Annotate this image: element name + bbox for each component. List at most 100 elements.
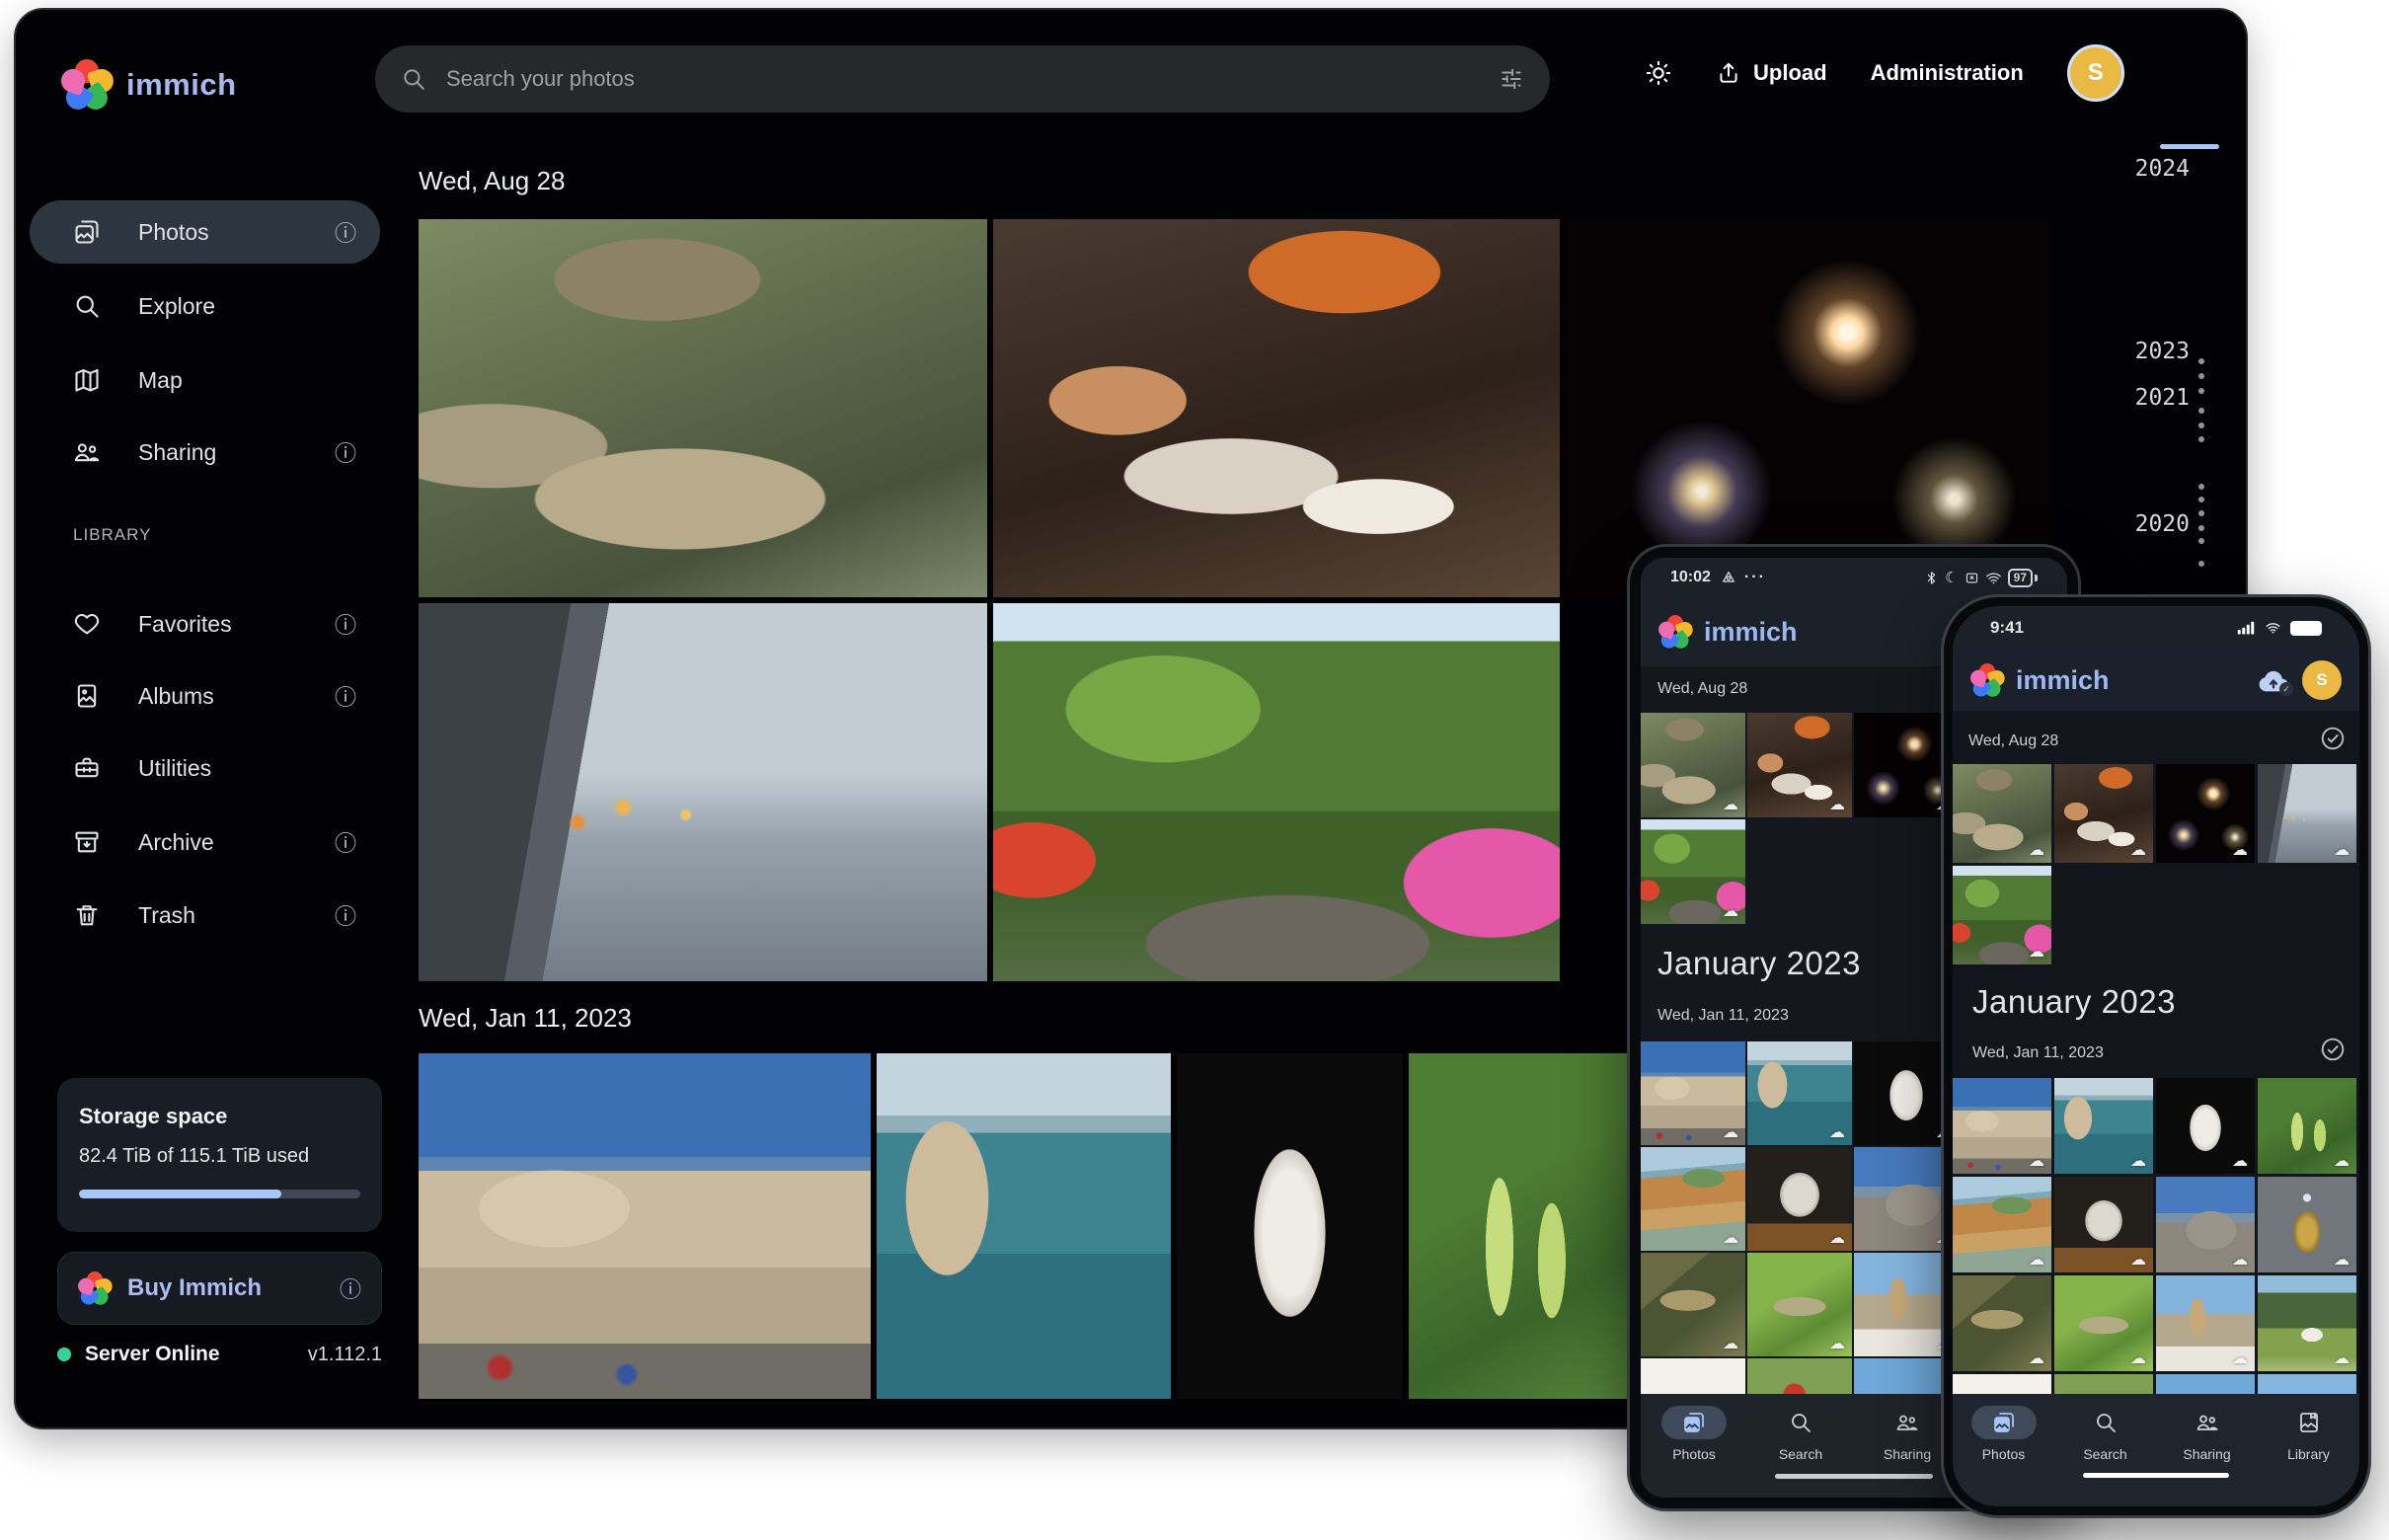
photo-lizard-moss[interactable]: ☁ xyxy=(1747,1253,1852,1356)
phone-app-header: immich ✓ S xyxy=(1953,650,2359,711)
sidebar-item-explore[interactable]: Explore xyxy=(30,274,380,338)
timeline-dot xyxy=(2198,436,2204,442)
photo-holding-hands[interactable]: ☁ xyxy=(2258,764,2356,863)
photo-red-flowers[interactable]: ☁ xyxy=(1747,1358,1852,1394)
sidebar-item-utilities[interactable]: Utilities xyxy=(30,736,380,800)
sidebar-item-photos[interactable]: Photos ⓘ xyxy=(30,200,380,264)
immich-logo[interactable]: immich xyxy=(61,59,237,111)
photo-autumn-path[interactable]: ☁ xyxy=(1953,866,2051,964)
info-icon[interactable]: ⓘ xyxy=(335,680,356,712)
photo-zoo-monkeys[interactable] xyxy=(419,219,987,597)
photo-winter-church[interactable]: ☁ xyxy=(2156,1275,2255,1371)
photo-dinner-table[interactable]: ☁ xyxy=(2054,764,2153,863)
photo-lizard-leaves[interactable]: ☁ xyxy=(1641,1253,1745,1356)
heart-icon xyxy=(73,610,101,638)
photo-lizard-leaves[interactable]: ☁ xyxy=(1953,1275,2051,1371)
tab-search[interactable]: Search xyxy=(1747,1394,1854,1498)
photo-fortress[interactable]: ☁ xyxy=(1953,1078,2051,1174)
cloud-backup-icon: ☁ xyxy=(2130,840,2146,859)
photo-zoo-monkeys[interactable]: ☁ xyxy=(1641,713,1745,817)
photo-green-berries[interactable] xyxy=(1409,1053,1636,1399)
logo-text: immich xyxy=(1704,617,1798,648)
photo-fireworks[interactable]: ☁ xyxy=(2156,764,2255,863)
photo-marble-bust[interactable]: ☁ xyxy=(2156,1078,2255,1174)
buy-immich-button[interactable]: Buy Immich ⓘ xyxy=(57,1252,382,1325)
photo-autumn-path[interactable] xyxy=(993,603,1560,981)
timeline-dot xyxy=(2198,373,2204,379)
theme-sun-icon[interactable] xyxy=(1645,59,1672,87)
sidebar-item-map[interactable]: Map xyxy=(30,348,380,412)
tab-sharing[interactable]: Sharing xyxy=(2156,1394,2258,1506)
info-icon[interactable]: ⓘ xyxy=(340,1272,361,1304)
photo-food-white[interactable]: ☁ xyxy=(1641,1358,1745,1394)
info-icon[interactable]: ⓘ xyxy=(335,899,356,931)
photo-stone-sculpture[interactable]: ☁ xyxy=(2054,1177,2153,1272)
backup-cloud-icon[interactable]: ✓ xyxy=(2257,667,2290,693)
timeline-year-2021[interactable]: 2021 xyxy=(2135,385,2190,411)
sidebar-item-archive[interactable]: Archive ⓘ xyxy=(30,810,380,874)
upload-button[interactable]: Upload xyxy=(1716,60,1827,86)
photo-zoo-monkeys[interactable]: ☁ xyxy=(1953,764,2051,863)
cloud-backup-icon: ☁ xyxy=(1829,1334,1845,1352)
photo-red-flowers[interactable]: ☁ xyxy=(2054,1374,2153,1394)
select-all-check-icon[interactable] xyxy=(2320,726,2346,751)
photo-alpine-farm[interactable]: ☁ xyxy=(2258,1275,2356,1371)
user-avatar[interactable]: S xyxy=(2067,44,2124,102)
tab-photos[interactable]: Photos xyxy=(1641,1394,1747,1498)
photo-beach-cliff[interactable]: ☁ xyxy=(1641,1147,1745,1251)
home-indicator[interactable] xyxy=(1775,1474,1933,1479)
photo-fortress[interactable] xyxy=(419,1053,871,1399)
info-icon[interactable]: ⓘ xyxy=(335,826,356,858)
cloud-backup-icon: ☁ xyxy=(1723,1228,1738,1247)
photo-sky-2[interactable]: ☁ xyxy=(2258,1374,2356,1394)
tab-library[interactable]: Library xyxy=(2258,1394,2359,1506)
photos-icon xyxy=(1682,1411,1706,1434)
info-icon[interactable]: ⓘ xyxy=(335,216,356,248)
photo-row xyxy=(419,603,1560,981)
tab-photos[interactable]: Photos xyxy=(1953,1394,2054,1506)
photo-ornate-trophy[interactable]: ☁ xyxy=(2258,1177,2356,1272)
cloud-backup-icon: ☁ xyxy=(2232,1250,2248,1269)
photo-stone-sculpture[interactable]: ☁ xyxy=(1747,1147,1852,1251)
photo-sky-1[interactable]: ☁ xyxy=(2156,1374,2255,1394)
cloud-backup-icon: ☁ xyxy=(2029,840,2044,859)
timeline-year-2023[interactable]: 2023 xyxy=(2135,339,2190,364)
sidebar-item-trash[interactable]: Trash ⓘ xyxy=(30,884,380,947)
tab-search[interactable]: Search xyxy=(2054,1394,2156,1506)
sidebar-item-sharing[interactable]: Sharing ⓘ xyxy=(30,421,380,484)
sidebar-item-albums[interactable]: Albums ⓘ xyxy=(30,664,380,728)
timeline-position-indicator[interactable] xyxy=(2160,144,2219,149)
photo-food-white[interactable]: ☁ xyxy=(1953,1374,2051,1394)
photo-coastal-tower[interactable]: ☁ xyxy=(2054,1078,2153,1174)
photo-marble-bust[interactable] xyxy=(1177,1053,1403,1399)
cloud-backup-icon: ☁ xyxy=(1723,1122,1738,1141)
info-icon[interactable]: ⓘ xyxy=(335,608,356,640)
photo-beach-cliff[interactable]: ☁ xyxy=(1953,1177,2051,1272)
photo-lizard-moss[interactable]: ☁ xyxy=(2054,1275,2153,1371)
logo-text: immich xyxy=(126,67,237,103)
cloud-backup-icon: ☁ xyxy=(1829,1122,1845,1141)
cloud-backup-icon: ☁ xyxy=(2130,1348,2146,1367)
select-all-check-icon[interactable] xyxy=(2320,1037,2346,1062)
user-avatar[interactable]: S xyxy=(2302,660,2342,700)
photo-coastal-tower[interactable] xyxy=(877,1053,1171,1399)
timeline-year-2024[interactable]: 2024 xyxy=(2135,156,2190,182)
photo-fireworks[interactable] xyxy=(1566,219,2051,597)
backup-check-badge: ✓ xyxy=(2279,682,2293,696)
timeline-year-2020[interactable]: 2020 xyxy=(2135,511,2190,537)
sidebar-item-favorites[interactable]: Favorites ⓘ xyxy=(30,592,380,655)
info-icon[interactable]: ⓘ xyxy=(335,436,356,468)
photo-holding-hands[interactable] xyxy=(419,603,987,981)
photo-fortress[interactable]: ☁ xyxy=(1641,1041,1745,1145)
photo-green-berries[interactable]: ☁ xyxy=(2258,1078,2356,1174)
photo-autumn-path[interactable]: ☁ xyxy=(1641,819,1745,924)
photo-dinner-table[interactable] xyxy=(993,219,1560,597)
search-input[interactable]: Search your photos xyxy=(375,45,1550,113)
administration-link[interactable]: Administration xyxy=(1871,60,2024,86)
filter-tune-icon[interactable] xyxy=(1499,66,1524,92)
sim-missing-icon xyxy=(1965,571,1979,585)
home-indicator[interactable] xyxy=(2083,1473,2229,1478)
photo-coastal-tower[interactable]: ☁ xyxy=(1747,1041,1852,1145)
photo-ruin-wall[interactable]: ☁ xyxy=(2156,1177,2255,1272)
photo-dinner-table[interactable]: ☁ xyxy=(1747,713,1852,817)
